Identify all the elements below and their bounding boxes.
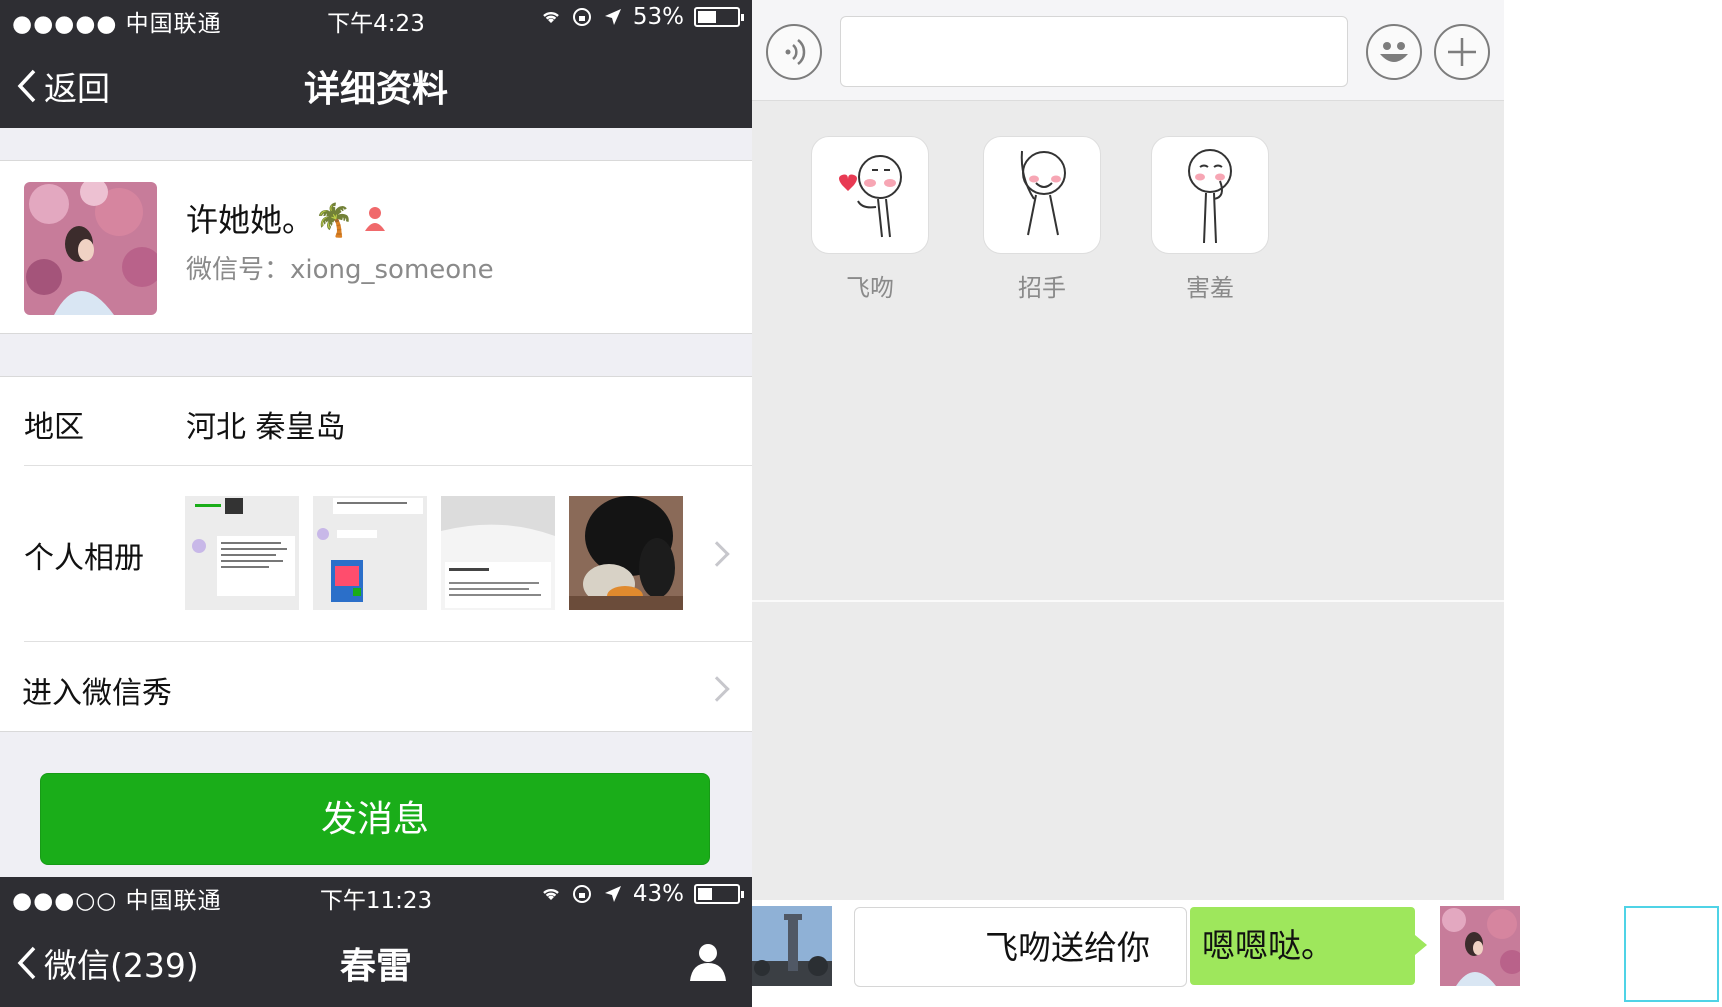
profile-card[interactable]: 许她她。🌴 微信号：xiong_someone [0, 160, 752, 334]
region-label: 地区 [24, 410, 84, 445]
contact-profile-icon[interactable] [688, 941, 728, 981]
rotation-lock-icon [572, 8, 591, 26]
chat-title: 春雷 [339, 946, 412, 987]
my-avatar[interactable] [1440, 906, 1520, 986]
wifi-icon [543, 888, 559, 900]
battery-percent: 43% [632, 881, 684, 907]
album-thumb[interactable] [313, 496, 427, 610]
chat-nav-bar: 微信(239) 春雷 [0, 915, 752, 1007]
profile-name-row: 许她她。🌴 [186, 195, 386, 241]
sticker-wave[interactable] [983, 136, 1101, 254]
monument-photo [752, 906, 832, 986]
chat-screen: 飞吻 招手 害羞 [752, 0, 1504, 1007]
wechat-id: 微信号：xiong_someone [186, 255, 494, 285]
album-label: 个人相册 [24, 541, 144, 576]
voice-icon [785, 39, 806, 65]
profile-name: 许她她。🌴 [186, 201, 354, 239]
battery-icon [694, 7, 744, 27]
divider [752, 600, 1504, 602]
wave-sticker-icon [1020, 150, 1066, 236]
sticker-flying-kiss[interactable] [811, 136, 929, 254]
battery-fill [698, 11, 717, 23]
status-bar: ●●●○○ 中国联通 下午11:23 43% [0, 877, 752, 915]
send-message-button[interactable]: 发消息 [40, 773, 710, 865]
sticker-label: 招手 [1018, 274, 1066, 302]
status-bar: ●●●●● 中国联通 下午4:23 53% [0, 0, 752, 38]
page-title: 详细资料 [303, 69, 448, 110]
info-list: 地区 河北 秦皇岛 个人相册 进入微信秀 [0, 376, 752, 732]
female-gender-icon [364, 207, 385, 231]
album-row[interactable]: 个人相册 [0, 466, 752, 641]
smiley-icon [1380, 42, 1408, 62]
chevron-right-icon [704, 676, 730, 702]
voice-button[interactable] [766, 24, 822, 80]
selection-box [1624, 906, 1719, 1002]
dog-photo-thumb [569, 496, 683, 610]
message-input[interactable] [840, 16, 1348, 87]
status-right: 53% [541, 4, 744, 30]
chat-input-bar [752, 0, 1504, 101]
status-right: 43% [541, 881, 744, 907]
battery-icon [694, 884, 744, 904]
location-arrow-icon [604, 886, 621, 902]
flying-kiss-sticker-icon [839, 155, 902, 238]
album-thumb[interactable] [569, 496, 683, 610]
more-button[interactable] [1434, 24, 1490, 80]
album-thumb[interactable] [441, 496, 555, 610]
screenshot-thumb [185, 496, 299, 610]
wechat-show-row[interactable]: 进入微信秀 [0, 642, 752, 732]
emoji-button[interactable] [1366, 24, 1422, 80]
sticker-label: 飞吻 [846, 274, 894, 302]
location-arrow-icon [604, 9, 621, 25]
wifi-icon [543, 11, 559, 23]
wechat-show-label: 进入微信秀 [22, 676, 172, 711]
contact-profile-screen: ●●●●● 中国联通 下午4:23 53% 返回 详细资料 许她她。🌴 微信号：… [0, 0, 752, 1007]
region-value: 河北 秦皇岛 [186, 410, 346, 445]
sent-message-bubble[interactable]: 嗯嗯哒。 [1190, 907, 1427, 985]
chevron-right-icon [704, 541, 730, 567]
sticker-shy[interactable] [1151, 136, 1269, 254]
rotation-lock-icon [572, 885, 591, 903]
sender-avatar[interactable] [752, 906, 832, 986]
screenshot-thumb [441, 496, 555, 610]
avatar[interactable] [24, 182, 157, 315]
avatar-photo [24, 182, 157, 315]
sticker-label: 害羞 [1186, 274, 1234, 302]
album-thumb[interactable] [185, 496, 299, 610]
received-message-bubble[interactable]: 飞吻送给你 [854, 907, 1187, 987]
avatar-photo [1440, 906, 1520, 986]
screenshot-thumb [313, 496, 427, 610]
shy-sticker-icon [1188, 149, 1232, 244]
plus-icon [1448, 38, 1476, 66]
battery-fill [698, 888, 713, 900]
battery-percent: 53% [632, 4, 684, 30]
nav-bar: 返回 详细资料 [0, 38, 752, 128]
